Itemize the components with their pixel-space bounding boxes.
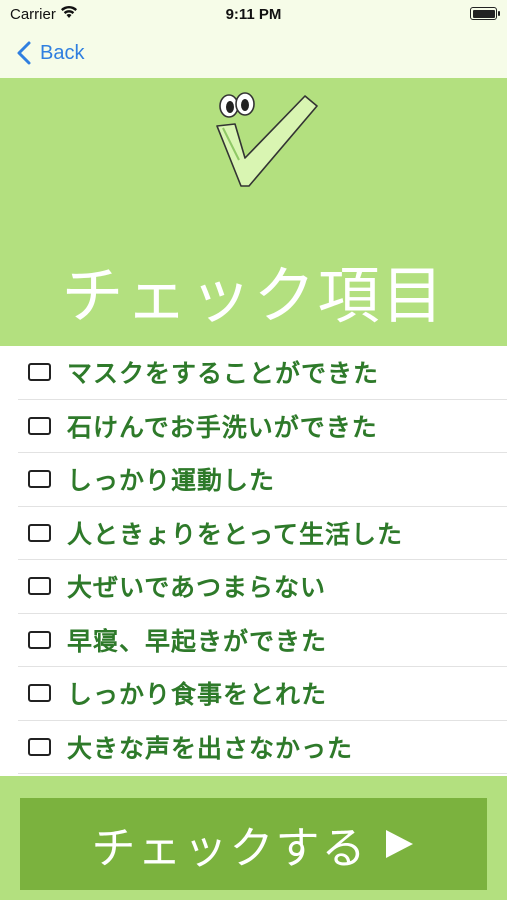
battery-icon	[470, 7, 500, 20]
checkbox-icon[interactable]	[28, 630, 51, 649]
checkmark-mascot-icon	[216, 92, 318, 187]
checklist-item-label: 大きな声を出さなかった	[67, 733, 354, 763]
checklist-item[interactable]: 大ぜいであつまらない	[18, 560, 507, 614]
checklist-item[interactable]: しっかり運動した	[18, 453, 507, 507]
checkbox-icon[interactable]	[28, 577, 51, 596]
check-button[interactable]: チェックする	[20, 798, 487, 890]
back-button[interactable]: Back	[14, 38, 84, 68]
checklist-item-label: マスクをすることができた	[67, 359, 380, 389]
checklist-item-label: しっかり運動した	[67, 466, 276, 496]
checkbox-icon[interactable]	[28, 737, 51, 756]
checklist-item[interactable]: しっかり食事をとれた	[18, 667, 507, 721]
checklist-item[interactable]: 早寝、早起きができた	[18, 614, 507, 667]
clock: 9:11 PM	[225, 6, 282, 23]
status-bar: Carrier 9:11 PM	[0, 0, 507, 30]
checklist-item[interactable]: マスクをすることができた	[18, 346, 507, 400]
checklist-item[interactable]: 人ときょりをとって生活した	[18, 507, 507, 560]
header: チェック項目	[0, 78, 507, 346]
checklist-item[interactable]: 石けんでお手洗いができた	[18, 400, 507, 453]
checklist-item-label: 大ぜいであつまらない	[67, 573, 327, 603]
checklist-item[interactable]: 大きな声を出さなかった	[18, 721, 507, 774]
checklist-item-label: 早寝、早起きができた	[67, 626, 328, 656]
checkbox-icon[interactable]	[28, 363, 51, 382]
checkbox-icon[interactable]	[28, 684, 51, 703]
checkbox-icon[interactable]	[28, 523, 51, 542]
checklist-item-label: しっかり食事をとれた	[67, 680, 328, 710]
back-chevron-icon	[17, 41, 31, 65]
checklist-item-label: 石けんでお手洗いができた	[67, 412, 378, 442]
checklist: マスクをすることができた 石けんでお手洗いができた しっかり運動した 人ときょり…	[0, 346, 507, 776]
checklist-item-label: 人ときょりをとって生活した	[67, 519, 404, 549]
page-title: チェック項目	[61, 259, 446, 332]
checkbox-icon[interactable]	[28, 416, 51, 435]
play-icon	[385, 830, 413, 858]
footer: チェックする	[0, 776, 507, 900]
navigation-bar: Back	[0, 30, 507, 78]
back-label: Back	[40, 41, 85, 64]
check-button-label: チェックする	[91, 823, 368, 874]
checkbox-icon[interactable]	[28, 470, 51, 489]
